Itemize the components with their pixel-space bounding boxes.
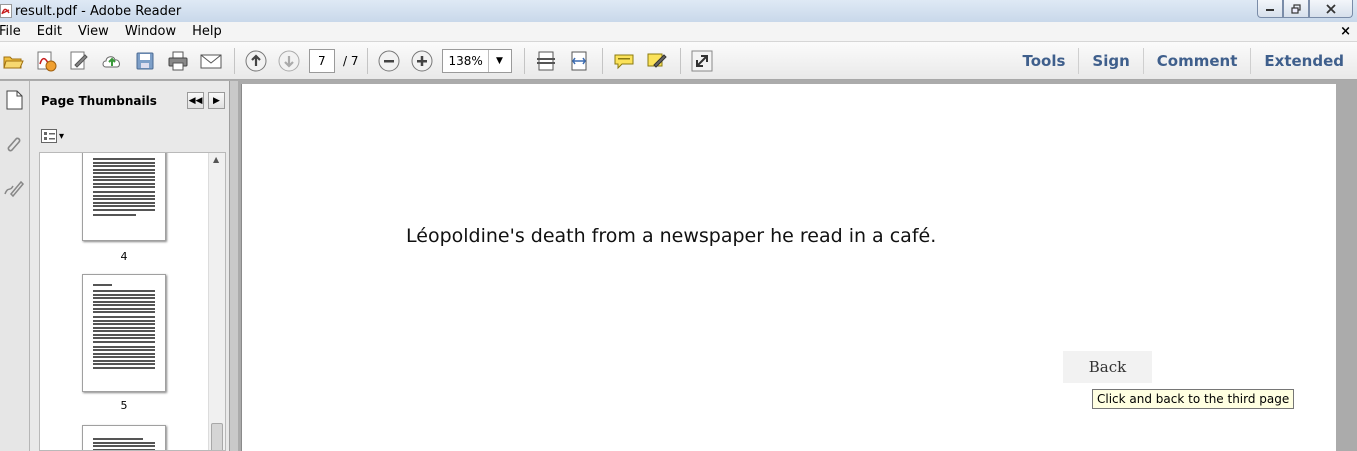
- zoom-in-button[interactable]: [409, 48, 435, 74]
- previous-page-button[interactable]: [243, 48, 269, 74]
- toolbar-separator: [523, 47, 525, 74]
- zoom-select[interactable]: 138% ▼: [441, 48, 512, 73]
- sign-link[interactable]: Sign: [1078, 48, 1142, 74]
- back-button[interactable]: Back: [1063, 351, 1152, 383]
- next-page-button[interactable]: [276, 48, 302, 74]
- highlight-button[interactable]: [644, 48, 670, 74]
- window-title: result.pdf - Adobe Reader: [15, 3, 182, 19]
- scrollbar-thumb[interactable]: [211, 423, 223, 450]
- page-total-label: / 7: [343, 53, 359, 68]
- envelope-icon: [200, 54, 222, 68]
- upload-button[interactable]: [99, 48, 125, 74]
- page-number-input[interactable]: 7: [309, 48, 335, 73]
- thumbnail-page-4[interactable]: [82, 153, 166, 241]
- thumbnail-page-6[interactable]: [82, 425, 166, 450]
- pdf-page: Léopoldine's death from a newspaper he r…: [241, 84, 1336, 451]
- minus-icon: [378, 50, 399, 71]
- expand-panel-button[interactable]: ▶: [208, 92, 225, 109]
- zoom-value: 138%: [443, 49, 489, 72]
- chevron-down-icon[interactable]: ▼: [489, 50, 511, 72]
- menu-edit[interactable]: Edit: [37, 24, 62, 39]
- thumbnail-scrollbar[interactable]: ▲: [208, 153, 225, 450]
- scroll-up-icon[interactable]: ▲: [213, 155, 219, 164]
- toolbar-separator: [366, 47, 368, 74]
- toolbar-separator: [679, 47, 681, 74]
- open-button[interactable]: [0, 48, 26, 74]
- highlighter-icon: [647, 53, 667, 68]
- full-screen-button[interactable]: [689, 48, 715, 74]
- cloud-upload-icon: [102, 55, 120, 67]
- page-thumbnails-icon[interactable]: [2, 88, 26, 112]
- tools-link[interactable]: Tools: [1010, 48, 1079, 74]
- email-button[interactable]: [198, 48, 224, 74]
- close-document-button[interactable]: ×: [1340, 24, 1351, 39]
- edit-document-icon: [70, 51, 88, 69]
- thumbnail-label: 5: [120, 399, 128, 412]
- save-button[interactable]: [132, 48, 158, 74]
- fit-width-button[interactable]: [566, 48, 592, 74]
- create-pdf-button[interactable]: [33, 48, 59, 74]
- minimize-button[interactable]: [1257, 0, 1283, 18]
- thumbnail-list[interactable]: 4 5 ▲: [39, 152, 226, 451]
- restore-button[interactable]: [1283, 0, 1309, 18]
- comment-button[interactable]: [611, 48, 637, 74]
- document-viewport: Léopoldine's death from a newspaper he r…: [238, 81, 1357, 451]
- thumbnail-label: 4: [120, 250, 128, 263]
- restore-icon: [1291, 3, 1301, 14]
- open-folder-icon: [3, 56, 24, 68]
- page-thumbnails-panel: Page Thumbnails ◀◀ ▶ ▾ 4 5 ▲: [30, 81, 230, 451]
- main-toolbar: 7 / 7 138% ▼ Tools Sign Comment Extended: [0, 42, 1357, 80]
- panel-splitter[interactable]: [230, 81, 238, 451]
- thumbnail-page-5[interactable]: [82, 274, 166, 392]
- toolbar-separator: [234, 47, 235, 74]
- title-bar: result.pdf - Adobe Reader: [0, 0, 1357, 22]
- edit-pdf-button[interactable]: [66, 48, 92, 74]
- fit-width-icon: [571, 51, 586, 70]
- chevron-down-icon: ▾: [59, 130, 65, 142]
- pdf-app-icon: [0, 4, 12, 18]
- comment-link[interactable]: Comment: [1142, 48, 1251, 74]
- zoom-out-button[interactable]: [376, 48, 402, 74]
- save-disk-icon: [136, 52, 154, 69]
- plus-icon: [411, 50, 432, 71]
- fit-page-icon: [536, 51, 555, 70]
- arrow-up-icon: [245, 50, 267, 71]
- adobe-reader-window: result.pdf - Adobe Reader File Edit View…: [0, 0, 1357, 451]
- print-button[interactable]: [165, 48, 191, 74]
- extended-link[interactable]: Extended: [1250, 48, 1357, 74]
- collapse-panel-button[interactable]: ◀◀: [187, 92, 204, 109]
- expand-arrows-icon: [691, 50, 712, 71]
- menu-view[interactable]: View: [78, 24, 109, 39]
- navigation-pane: [0, 81, 30, 451]
- menu-help[interactable]: Help: [192, 24, 222, 39]
- paperclip-icon[interactable]: [2, 133, 26, 157]
- options-list-icon: [41, 129, 57, 143]
- close-icon: [1326, 3, 1336, 14]
- create-pdf-icon: [37, 51, 57, 71]
- close-window-button[interactable]: [1309, 0, 1353, 18]
- fit-page-button[interactable]: [533, 48, 559, 74]
- arrow-down-icon: [278, 50, 300, 71]
- toolbar-separator: [601, 47, 603, 74]
- signatures-icon[interactable]: [2, 176, 26, 200]
- page-body-text: Léopoldine's death from a newspaper he r…: [406, 225, 937, 247]
- speech-bubble-icon: [614, 54, 633, 69]
- options-menu-button[interactable]: ▾: [41, 127, 69, 145]
- minimize-icon: [1266, 8, 1274, 11]
- menu-bar: File Edit View Window Help ×: [0, 22, 1357, 42]
- menu-window[interactable]: Window: [125, 24, 176, 39]
- back-button-tooltip: Click and back to the third page: [1092, 389, 1295, 409]
- menu-file[interactable]: File: [0, 24, 21, 39]
- printer-icon: [168, 51, 188, 70]
